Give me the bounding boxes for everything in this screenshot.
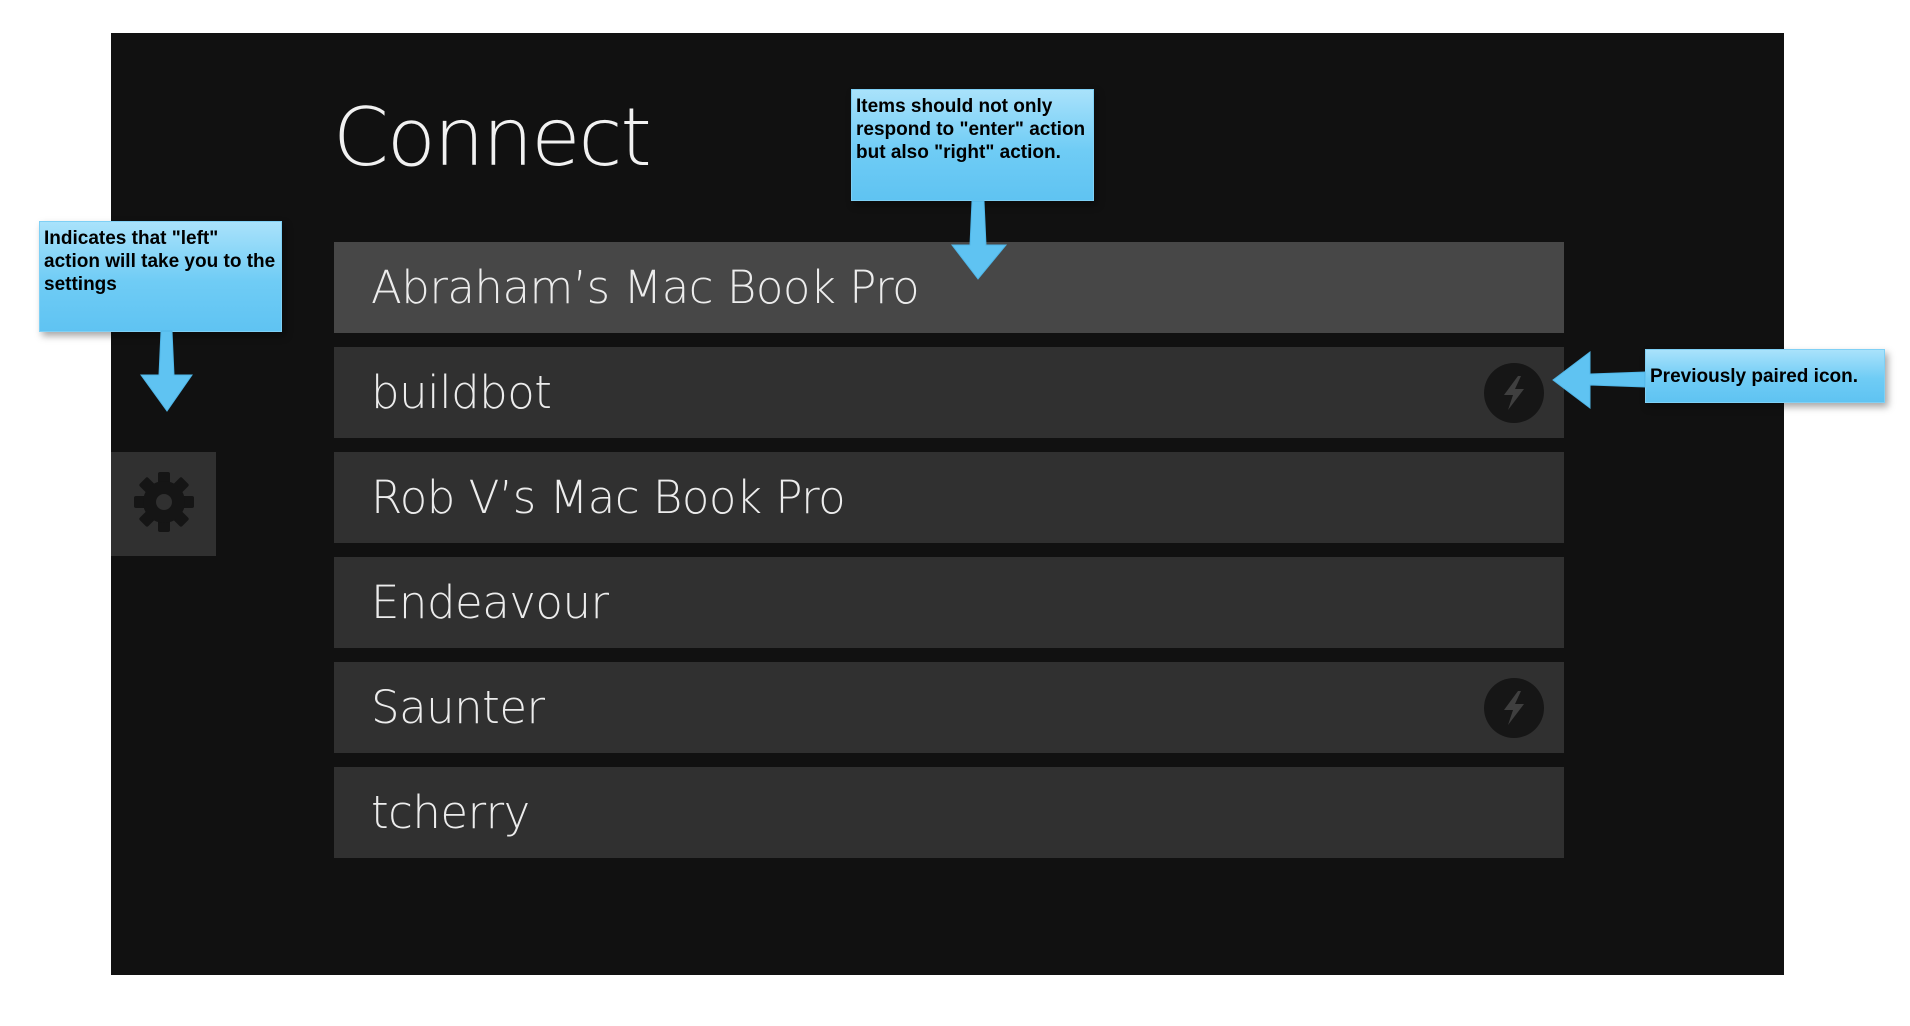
device-name: Rob V’s Mac Book Pro	[371, 471, 846, 524]
device-item[interactable]: Saunter	[334, 662, 1564, 753]
device-item[interactable]: tcherry	[334, 767, 1564, 858]
page-title: Connect	[333, 91, 652, 184]
paired-annotation: Previously paired icon.	[1645, 349, 1885, 403]
device-name: buildbot	[371, 366, 552, 419]
device-name: Abraham’s Mac Book Pro	[371, 261, 920, 314]
lightning-bolt-icon	[1484, 363, 1544, 423]
device-name: tcherry	[371, 786, 530, 839]
device-name: Endeavour	[371, 576, 609, 629]
mockup-canvas: Connect Abraham’s Mac Book Pro buildbot …	[0, 0, 1910, 1026]
settings-tab[interactable]	[111, 452, 216, 556]
device-item[interactable]: buildbot	[334, 347, 1564, 438]
device-list: Abraham’s Mac Book Pro buildbot Rob V’s …	[334, 242, 1564, 872]
gear-icon	[132, 470, 196, 539]
device-name: Saunter	[371, 681, 545, 734]
device-item[interactable]: Abraham’s Mac Book Pro	[334, 242, 1564, 333]
device-item[interactable]: Rob V’s Mac Book Pro	[334, 452, 1564, 543]
lightning-bolt-icon	[1484, 678, 1544, 738]
settings-annotation: Indicates that "left" action will take y…	[39, 221, 282, 332]
items-annotation: Items should not only respond to "enter"…	[851, 89, 1094, 201]
device-item[interactable]: Endeavour	[334, 557, 1564, 648]
